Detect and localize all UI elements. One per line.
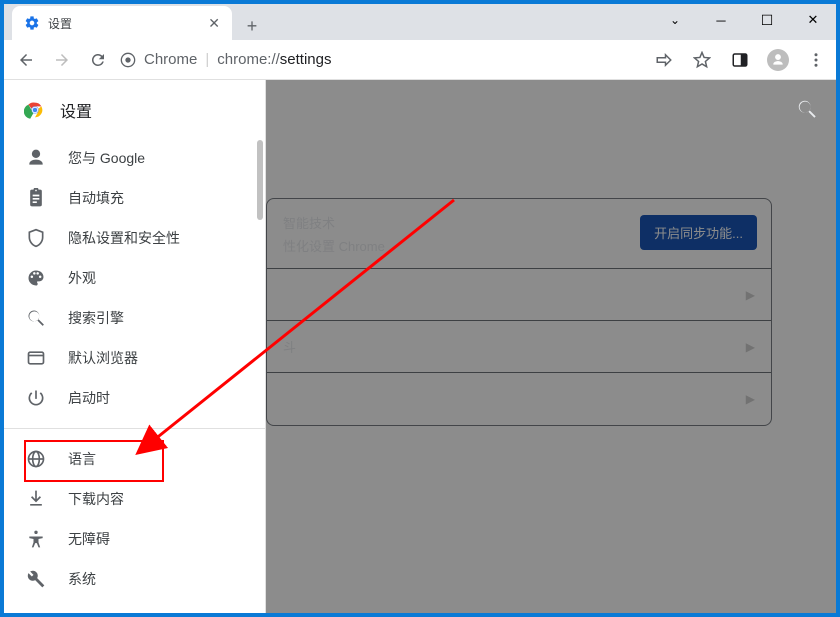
- reload-button[interactable]: [84, 46, 112, 74]
- sidebar-item-system[interactable]: 系统: [4, 559, 265, 599]
- forward-button[interactable]: [48, 46, 76, 74]
- sidebar-item-appearance[interactable]: 外观: [4, 258, 265, 298]
- sidebar-item-label: 启动时: [68, 388, 110, 408]
- url-path: chrome://settings: [217, 51, 331, 68]
- globe-icon: [26, 449, 46, 469]
- sidebar-item-languages[interactable]: 语言: [4, 439, 265, 479]
- new-tab-button[interactable]: +: [238, 12, 266, 40]
- sidebar-item-downloads[interactable]: 下载内容: [4, 479, 265, 519]
- shield-icon: [26, 228, 46, 248]
- url-prefix: Chrome: [144, 51, 197, 68]
- side-panel-icon[interactable]: [728, 48, 752, 72]
- sidebar-item-label: 自动填充: [68, 188, 124, 208]
- sidebar-item-label: 隐私设置和安全性: [68, 228, 180, 248]
- sidebar-item-label: 外观: [68, 268, 96, 288]
- tab-strip: 设置 ✕ + ⌄ ─ ☐ ✕: [4, 4, 836, 40]
- tab-title: 设置: [48, 15, 72, 32]
- toolbar: Chrome | chrome://settings: [4, 40, 836, 80]
- sidebar-header: 设置: [4, 80, 265, 138]
- browser-window-icon: [26, 348, 46, 368]
- accessibility-icon: [26, 529, 46, 549]
- close-tab-icon[interactable]: ✕: [208, 15, 220, 32]
- settings-sidebar: 设置 您与 Google 自动填充 隐私设置和安全性 外观: [4, 80, 266, 613]
- search-icon: [26, 308, 46, 328]
- share-icon[interactable]: [652, 48, 676, 72]
- sidebar-item-label: 下载内容: [68, 489, 124, 509]
- sidebar-item-label: 搜索引擎: [68, 308, 124, 328]
- gear-icon: [24, 15, 40, 31]
- close-window-button[interactable]: ✕: [790, 4, 836, 36]
- url-separator: |: [205, 51, 209, 68]
- sidebar-scroll: 您与 Google 自动填充 隐私设置和安全性 外观 搜索引擎: [4, 138, 265, 613]
- minimize-button[interactable]: ─: [698, 4, 744, 36]
- sidebar-item-label: 您与 Google: [68, 148, 145, 168]
- sidebar-item-label: 系统: [68, 569, 96, 589]
- download-icon: [26, 489, 46, 509]
- back-button[interactable]: [12, 46, 40, 74]
- power-icon: [26, 388, 46, 408]
- content-area: 设置 您与 Google 自动填充 隐私设置和安全性 外观: [4, 80, 836, 613]
- address-bar[interactable]: Chrome | chrome://settings: [120, 51, 644, 68]
- wrench-icon: [26, 569, 46, 589]
- clipboard-icon: [26, 188, 46, 208]
- sidebar-item-label: 无障碍: [68, 529, 110, 549]
- chrome-logo-icon: [24, 99, 46, 121]
- sidebar-item-default-browser[interactable]: 默认浏览器: [4, 338, 265, 378]
- sidebar-divider: [4, 428, 265, 429]
- toolbar-right-icons: [652, 48, 828, 72]
- bookmark-star-icon[interactable]: [690, 48, 714, 72]
- sidebar-item-search-engine[interactable]: 搜索引擎: [4, 298, 265, 338]
- chrome-page-icon: [120, 52, 136, 68]
- window-frame: 设置 ✕ + ⌄ ─ ☐ ✕ Chrome | chrome://setting…: [0, 0, 840, 617]
- sidebar-item-you-and-google[interactable]: 您与 Google: [4, 138, 265, 178]
- dim-overlay: [266, 80, 836, 613]
- sidebar-item-label: 默认浏览器: [68, 348, 138, 368]
- maximize-button[interactable]: ☐: [744, 4, 790, 36]
- menu-icon[interactable]: [804, 48, 828, 72]
- palette-icon: [26, 268, 46, 288]
- search-settings-icon[interactable]: [796, 98, 818, 125]
- sidebar-item-privacy[interactable]: 隐私设置和安全性: [4, 218, 265, 258]
- tab-search-button[interactable]: ⌄: [652, 4, 698, 36]
- person-icon: [26, 148, 46, 168]
- sidebar-title: 设置: [60, 98, 92, 122]
- sidebar-item-autofill[interactable]: 自动填充: [4, 178, 265, 218]
- sidebar-item-on-startup[interactable]: 启动时: [4, 378, 265, 418]
- sidebar-scrollbar[interactable]: [257, 140, 263, 220]
- settings-main: 智能技术 性化设置 Chrome 开启同步功能... ▶ 斗 ▶ ▶: [266, 80, 836, 613]
- sidebar-item-label: 语言: [68, 449, 96, 469]
- profile-avatar[interactable]: [766, 48, 790, 72]
- browser-tab[interactable]: 设置 ✕: [12, 6, 232, 40]
- sidebar-item-accessibility[interactable]: 无障碍: [4, 519, 265, 559]
- window-controls: ⌄ ─ ☐ ✕: [652, 4, 836, 36]
